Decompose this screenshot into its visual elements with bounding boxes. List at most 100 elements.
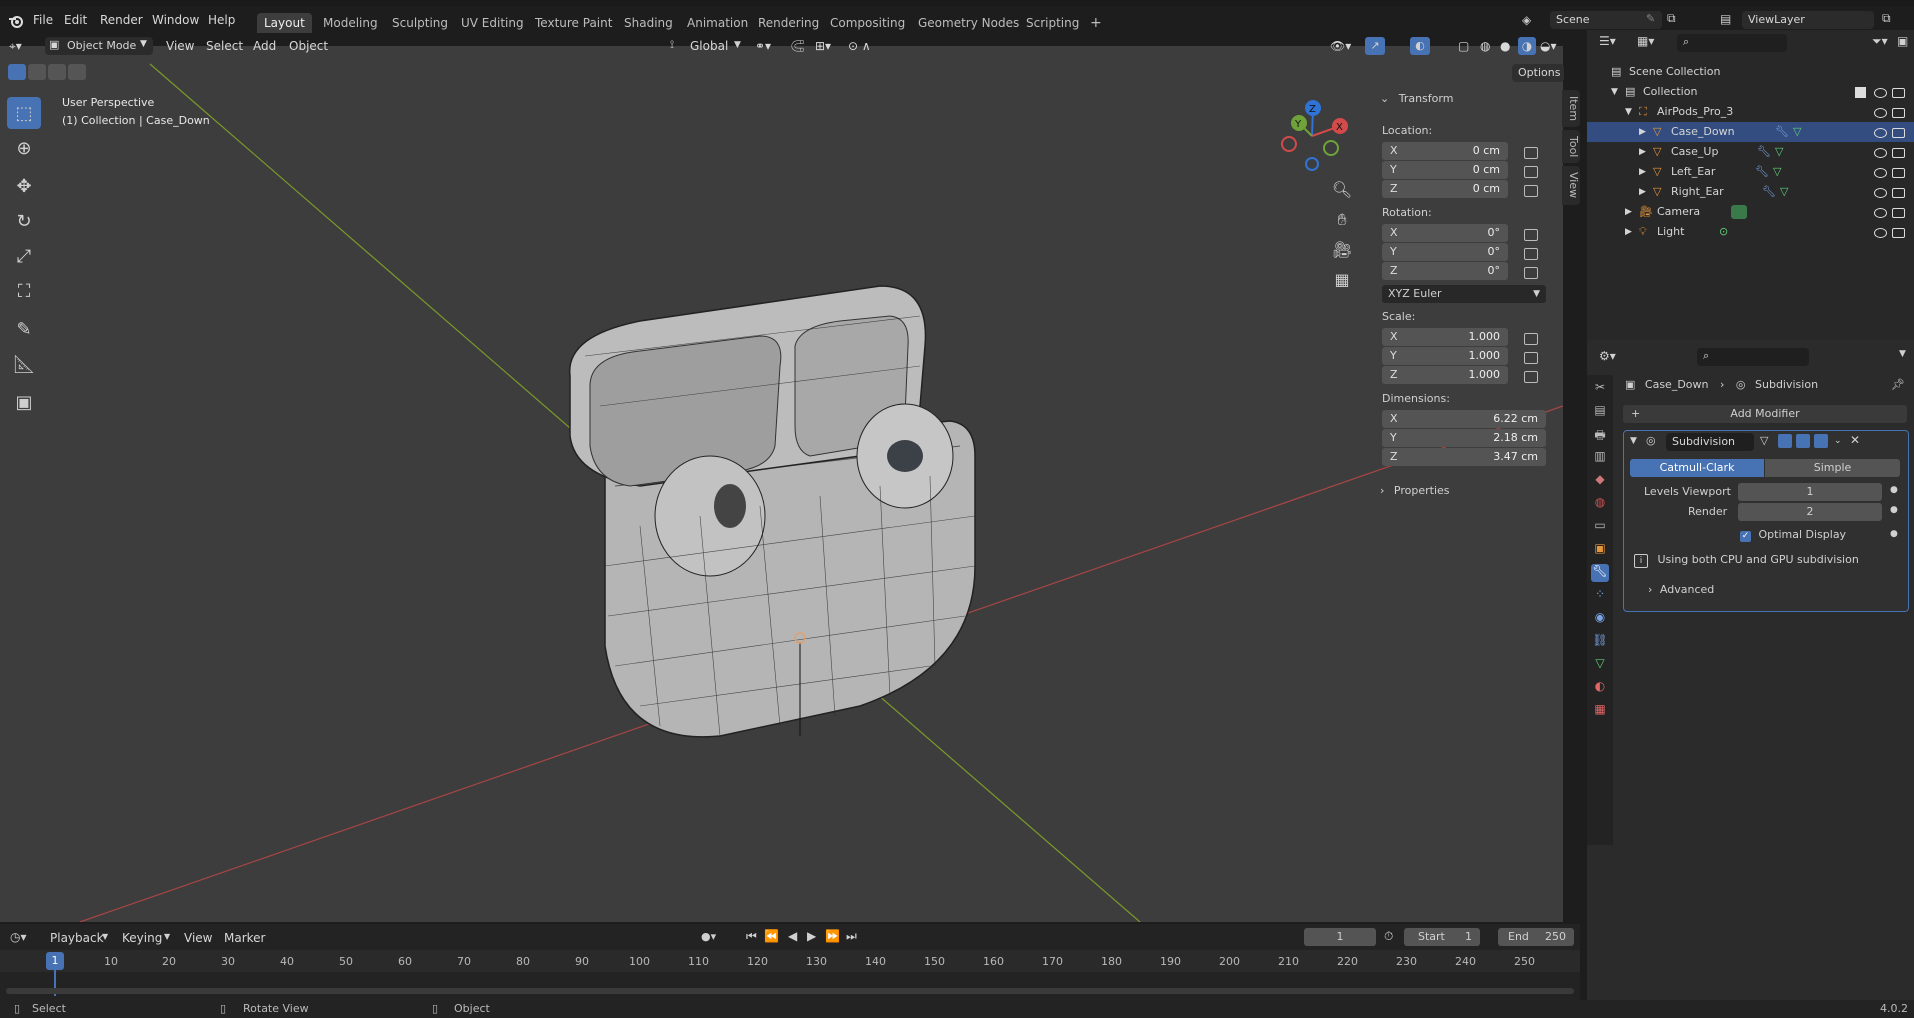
- lock-icon[interactable]: [1524, 185, 1538, 197]
- properties-panel-header[interactable]: › Properties: [1380, 484, 1450, 497]
- move-icon[interactable]: ✥: [7, 170, 41, 202]
- tab-modeling[interactable]: Modeling: [316, 13, 385, 33]
- advanced-subpanel-header[interactable]: › Advanced: [1648, 583, 1714, 596]
- camera-icon[interactable]: [1892, 228, 1905, 238]
- render-levels-field[interactable]: 2: [1738, 503, 1882, 521]
- eye-icon[interactable]: [1874, 168, 1887, 178]
- object-properties-icon[interactable]: ▣: [1591, 541, 1609, 559]
- tool-settings-icon[interactable]: ✂: [1591, 380, 1609, 398]
- mesh-data-icon[interactable]: ▽: [1793, 122, 1801, 142]
- close-icon[interactable]: ✕: [1850, 433, 1860, 447]
- lock-icon[interactable]: [1524, 229, 1538, 241]
- blender-logo-icon[interactable]: [8, 13, 24, 29]
- display-mode-icon[interactable]: ▦▾: [1637, 34, 1654, 48]
- location-z-field[interactable]: Z 0 cm: [1382, 180, 1508, 198]
- tab-tool[interactable]: Tool: [1562, 130, 1580, 164]
- physics-properties-icon[interactable]: ◉: [1591, 610, 1609, 628]
- menu-window[interactable]: Window: [152, 13, 199, 27]
- eye-icon[interactable]: [1874, 208, 1887, 218]
- editor-type-icon[interactable]: ⌖▾: [9, 36, 22, 56]
- camera-icon[interactable]: [1892, 168, 1905, 178]
- outliner-row-light[interactable]: ▶ 💡︎ Light ⊙: [1587, 222, 1914, 242]
- scale-icon[interactable]: ⤢: [7, 240, 41, 272]
- select-subtract-icon[interactable]: [48, 64, 66, 80]
- jump-keyframe-forward-icon[interactable]: ⏩: [825, 929, 840, 943]
- modifier-wrench-icon[interactable]: 🔧︎: [1775, 122, 1789, 142]
- modifier-name-field[interactable]: Subdivision: [1666, 433, 1754, 451]
- navigation-gizmo[interactable]: Z X Y: [1272, 96, 1352, 176]
- tab-layout[interactable]: Layout: [257, 13, 312, 33]
- on-cage-icon[interactable]: [1778, 434, 1792, 448]
- auto-keying-icon[interactable]: ●▾: [701, 930, 716, 943]
- tab-animation[interactable]: Animation: [680, 13, 755, 33]
- checkbox-icon[interactable]: [1855, 87, 1866, 98]
- tab-sculpting[interactable]: Sculpting: [385, 13, 455, 33]
- outliner-row-case-down[interactable]: ▶ ▽ Case_Down 🔧︎ ▽: [1587, 122, 1914, 142]
- location-y-field[interactable]: Y 0 cm: [1382, 161, 1508, 179]
- outliner-search-input[interactable]: ⌕: [1677, 34, 1787, 52]
- chevron-right-icon[interactable]: ▶: [1639, 162, 1646, 182]
- light-data-icon[interactable]: ⊙: [1719, 222, 1728, 242]
- zoom-icon[interactable]: 🔍︎: [1330, 180, 1354, 210]
- lock-icon[interactable]: [1524, 267, 1538, 279]
- scene-selector[interactable]: ◈ Scene ✎ ⧉: [1522, 11, 1692, 29]
- ortho-grid-icon[interactable]: ▦: [1330, 270, 1354, 300]
- tab-view[interactable]: View: [1562, 166, 1580, 205]
- particles-properties-icon[interactable]: ⁘: [1591, 587, 1609, 605]
- material-properties-icon[interactable]: ◐: [1591, 679, 1609, 697]
- editor-type-icon[interactable]: ☰▾: [1599, 34, 1616, 48]
- keyframe-dot-icon[interactable]: ●: [1890, 505, 1898, 515]
- mesh-data-icon[interactable]: ▽: [1780, 182, 1788, 202]
- data-properties-icon[interactable]: ▽: [1591, 656, 1609, 674]
- modifier-wrench-icon[interactable]: 🔧︎: [1762, 182, 1776, 202]
- tab-compositing[interactable]: Compositing: [823, 13, 912, 33]
- rotation-mode-dropdown[interactable]: XYZ Euler ▼: [1382, 285, 1546, 303]
- mode-dropdown[interactable]: ▣ Object Mode ▼: [45, 37, 153, 55]
- location-x-field[interactable]: X 0 cm: [1382, 142, 1508, 160]
- outliner-row-left-ear[interactable]: ▶ ▽ Left_Ear 🔧︎ ▽: [1587, 162, 1914, 182]
- eye-icon[interactable]: [1874, 128, 1887, 138]
- outliner-row-airpods[interactable]: ▼ ⛶ AirPods_Pro_3: [1587, 102, 1914, 122]
- outliner-row-case-up[interactable]: ▶ ▽ Case_Up 🔧︎ ▽: [1587, 142, 1914, 162]
- dimensions-y-field[interactable]: Y 2.18 cm: [1382, 429, 1546, 447]
- wireframe-shading-icon[interactable]: ◍: [1480, 36, 1490, 56]
- scale-x-field[interactable]: X 1.000: [1382, 328, 1508, 346]
- lock-icon[interactable]: [1524, 371, 1538, 383]
- subdivision-modifier-icon[interactable]: ◎: [1646, 434, 1656, 447]
- properties-search-input[interactable]: ⌕: [1697, 348, 1809, 366]
- lock-icon[interactable]: [1524, 166, 1538, 178]
- view-layer-properties-icon[interactable]: ▥: [1591, 449, 1609, 467]
- overlay-toggle-icon[interactable]: ◐: [1410, 37, 1430, 55]
- menu-render[interactable]: Render: [100, 13, 143, 27]
- cursor-icon[interactable]: ⊕: [7, 132, 41, 164]
- collection-properties-icon[interactable]: ▭: [1591, 518, 1609, 536]
- eye-icon[interactable]: [1874, 108, 1887, 118]
- eye-icon[interactable]: [1874, 228, 1887, 238]
- add-cube-icon[interactable]: ▣: [7, 386, 41, 418]
- timeline-scrollbar[interactable]: [6, 988, 1574, 994]
- menu-view[interactable]: View: [184, 928, 212, 948]
- menu-playback[interactable]: Playback: [50, 928, 104, 948]
- editor-type-icon[interactable]: ⚙▾: [1599, 349, 1616, 363]
- tab-uv-editing[interactable]: UV Editing: [454, 13, 531, 33]
- pin-icon[interactable]: 📌︎: [1891, 378, 1905, 391]
- outliner-row-scene-collection[interactable]: ▤ Scene Collection: [1587, 62, 1914, 82]
- menu-marker[interactable]: Marker: [224, 928, 265, 948]
- menu-object[interactable]: Object: [289, 36, 328, 56]
- chevron-right-icon[interactable]: ▶: [1625, 202, 1632, 222]
- render-icon[interactable]: [1814, 434, 1828, 448]
- lock-icon[interactable]: [1524, 147, 1538, 159]
- menu-view[interactable]: View: [166, 36, 194, 56]
- simple-button[interactable]: Simple: [1765, 459, 1900, 477]
- select-intersect-icon[interactable]: [68, 64, 86, 80]
- end-frame-field[interactable]: End 250: [1498, 928, 1574, 946]
- optimal-display-checkbox[interactable]: ✓ Optimal Display: [1740, 528, 1846, 542]
- select-new-icon[interactable]: [8, 64, 26, 80]
- tab-item[interactable]: Item: [1562, 90, 1580, 128]
- eye-icon[interactable]: [1874, 148, 1887, 158]
- lock-icon[interactable]: [1524, 248, 1538, 260]
- lock-icon[interactable]: [1524, 333, 1538, 345]
- rendered-shading-icon[interactable]: ◒▾: [1540, 36, 1557, 56]
- measure-icon[interactable]: 📐︎: [7, 348, 41, 380]
- jump-start-icon[interactable]: ⏮: [746, 929, 757, 944]
